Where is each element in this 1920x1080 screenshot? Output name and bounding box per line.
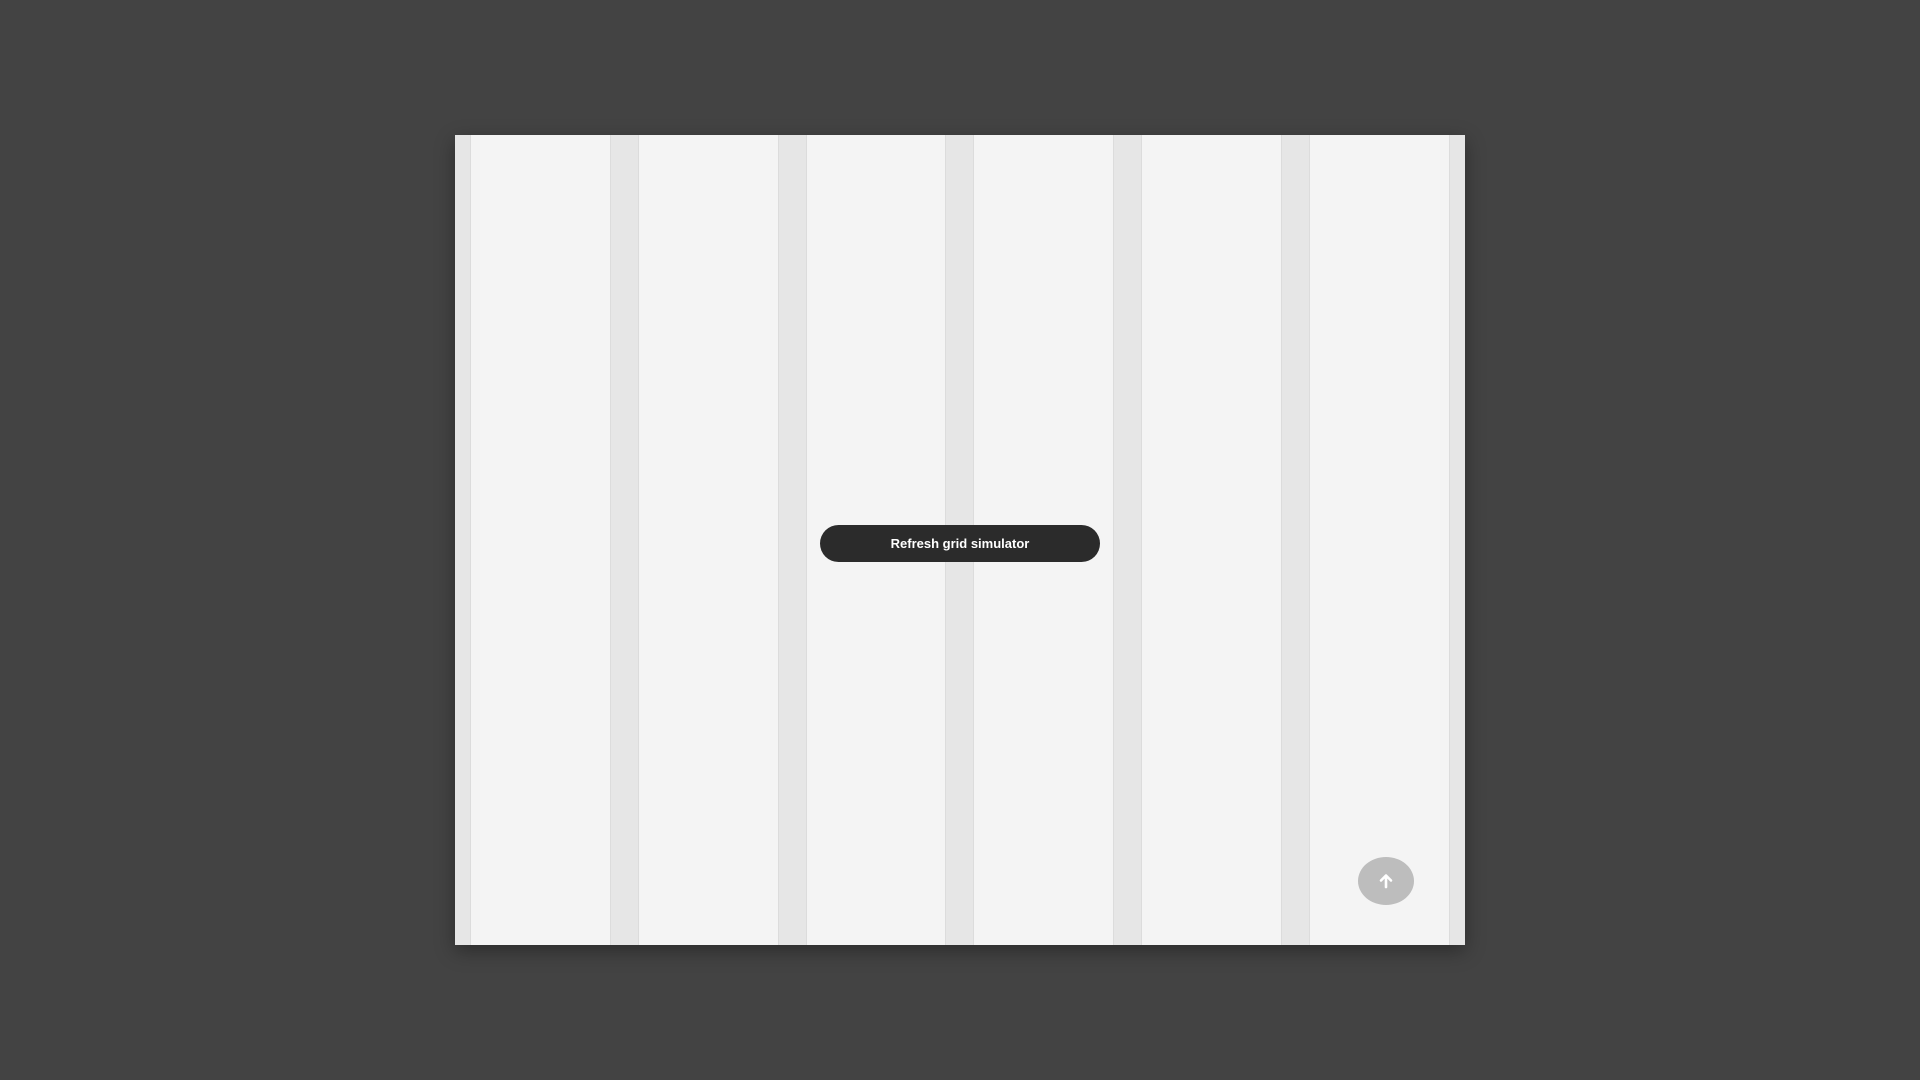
grid-column <box>471 135 610 945</box>
refresh-grid-simulator-button[interactable]: Refresh grid simulator <box>820 525 1100 562</box>
arrow-up-icon <box>1377 872 1395 890</box>
refresh-grid-simulator-label: Refresh grid simulator <box>890 536 1030 551</box>
grid-column <box>638 135 778 945</box>
grid-simulator-frame: Refresh grid simulator <box>455 135 1465 945</box>
scroll-to-top-button[interactable] <box>1358 857 1414 905</box>
grid-column <box>1142 135 1282 945</box>
grid-column <box>1310 135 1449 945</box>
